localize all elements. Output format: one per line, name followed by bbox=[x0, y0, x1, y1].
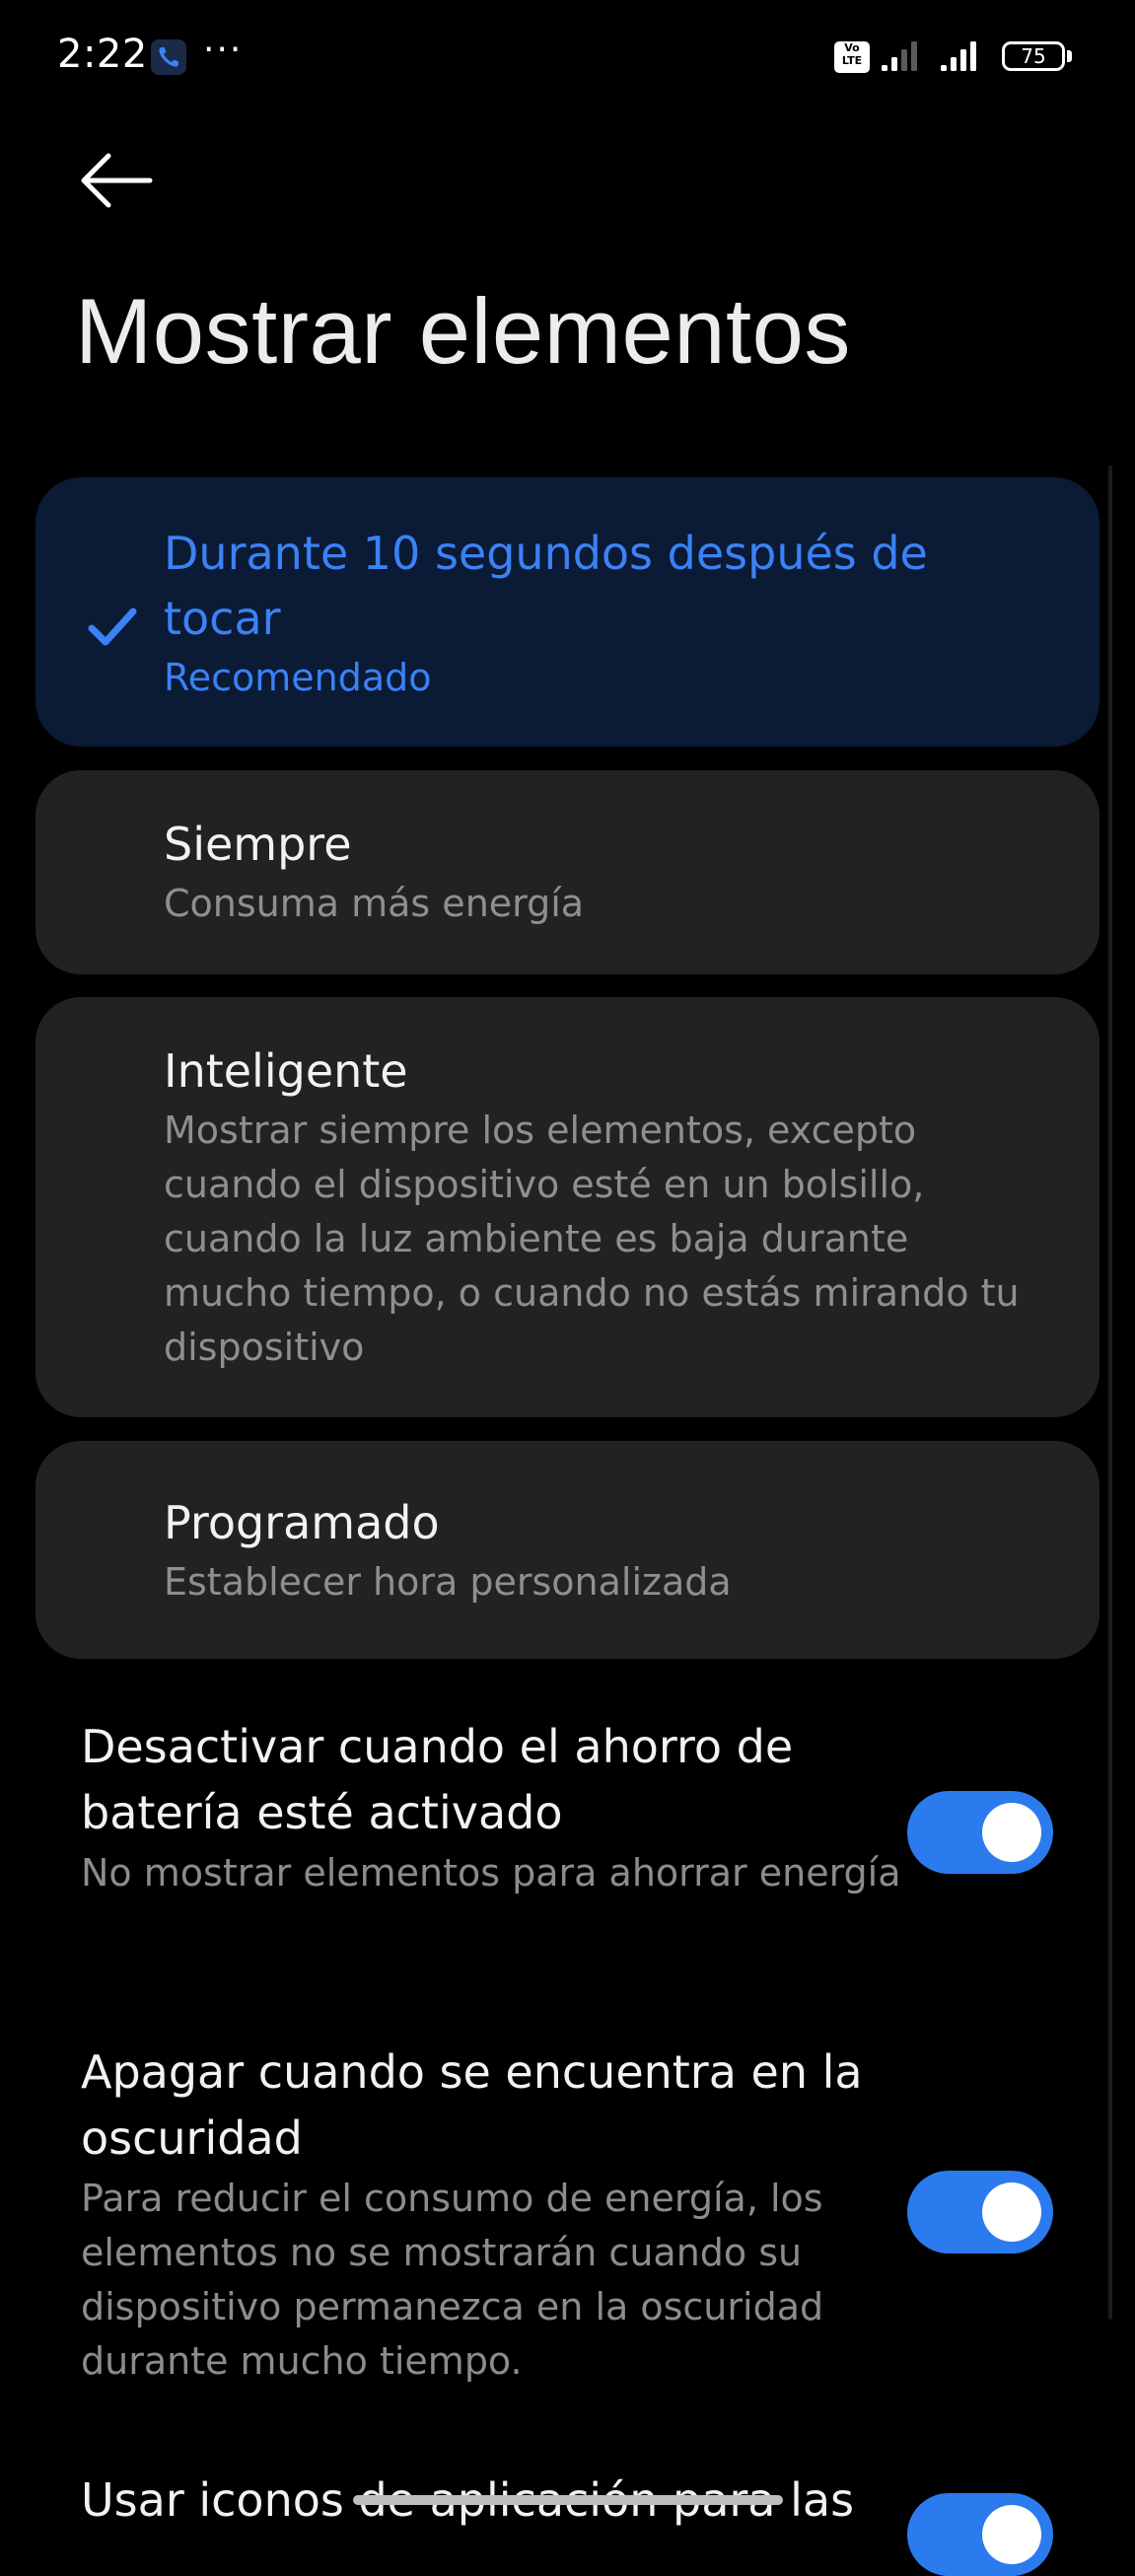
status-time: 2:22 bbox=[57, 32, 148, 77]
option-title: Programado bbox=[164, 1496, 440, 1549]
option-title: Siempre bbox=[164, 818, 352, 871]
volte-bottom-label: LTE bbox=[841, 54, 863, 67]
setting-darkness: Apagar cuando se encuentra en la oscurid… bbox=[81, 2039, 1067, 2389]
setting-title: Apagar cuando se encuentra en la oscurid… bbox=[81, 2045, 863, 2165]
option-title: Inteligente bbox=[164, 1044, 408, 1098]
option-always[interactable]: Siempre Consuma más energía bbox=[35, 770, 1100, 974]
home-indicator[interactable] bbox=[353, 2495, 783, 2505]
more-notifications-icon: ··· bbox=[203, 30, 244, 70]
option-scheduled[interactable]: Programado Establecer hora personalizada bbox=[35, 1441, 1100, 1659]
option-subtitle: Consuma más energía bbox=[164, 882, 585, 925]
option-title: Durante 10 segundos después de tocar bbox=[164, 527, 928, 645]
darkness-toggle[interactable] bbox=[907, 2171, 1053, 2254]
option-subtitle: Mostrar siempre los elementos, excepto c… bbox=[164, 1109, 1020, 1369]
battery-saver-toggle[interactable] bbox=[907, 1791, 1053, 1874]
page-title: Mostrar elementos bbox=[75, 279, 851, 383]
back-arrow-icon bbox=[81, 153, 153, 208]
scrollbar[interactable] bbox=[1108, 465, 1112, 2320]
call-icon bbox=[151, 39, 186, 75]
option-10-seconds[interactable]: Durante 10 segundos después de tocar Rec… bbox=[35, 477, 1100, 747]
toggle-knob bbox=[982, 2182, 1041, 2242]
volte-top-label: Vo bbox=[844, 41, 860, 54]
back-button[interactable] bbox=[77, 148, 156, 213]
volte-icon: Vo LTE bbox=[834, 41, 870, 73]
checkmark-icon bbox=[88, 608, 137, 646]
battery-level: 75 bbox=[1021, 44, 1046, 68]
battery-tip bbox=[1067, 50, 1072, 62]
toggle-knob bbox=[982, 2505, 1041, 2564]
signal-strength-icon bbox=[941, 41, 976, 71]
status-bar: 2:22 ··· Vo LTE 75 bbox=[0, 0, 1135, 114]
option-subtitle: Recomendado bbox=[164, 656, 432, 699]
setting-description: No mostrar elementos para ahorrar energí… bbox=[81, 1851, 901, 1895]
battery-icon: 75 bbox=[1002, 41, 1065, 71]
app-icons-toggle[interactable] bbox=[907, 2493, 1053, 2576]
setting-description: Para reducir el consumo de energía, los … bbox=[81, 2177, 824, 2383]
option-subtitle: Establecer hora personalizada bbox=[164, 1560, 732, 1604]
setting-battery-saver: Desactivar cuando el ahorro de batería e… bbox=[81, 1714, 1067, 1900]
setting-title: Desactivar cuando el ahorro de batería e… bbox=[81, 1720, 794, 1839]
signal-strength-icon bbox=[882, 41, 917, 71]
option-smart[interactable]: Inteligente Mostrar siempre los elemento… bbox=[35, 997, 1100, 1417]
toggle-knob bbox=[982, 1803, 1041, 1862]
